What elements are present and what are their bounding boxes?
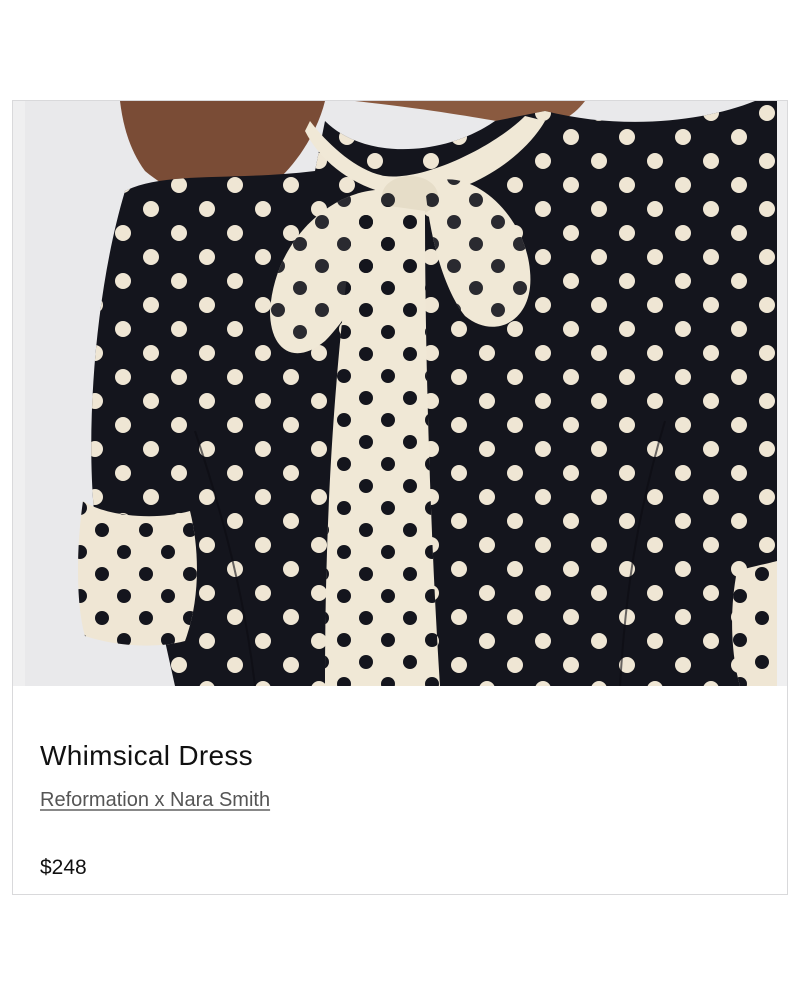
product-info: Whimsical Dress Reformation x Nara Smith…	[13, 686, 787, 894]
product-title[interactable]: Whimsical Dress	[40, 740, 253, 772]
polka-dot-dress-illustration	[25, 101, 777, 686]
product-card[interactable]: Whimsical Dress Reformation x Nara Smith…	[12, 100, 788, 895]
right-ruffle-dots	[732, 561, 777, 686]
product-price: $248	[40, 856, 87, 879]
left-ruffle-dots	[78, 501, 197, 646]
product-image[interactable]	[25, 101, 777, 686]
brand-link[interactable]: Reformation x Nara Smith	[40, 789, 270, 812]
